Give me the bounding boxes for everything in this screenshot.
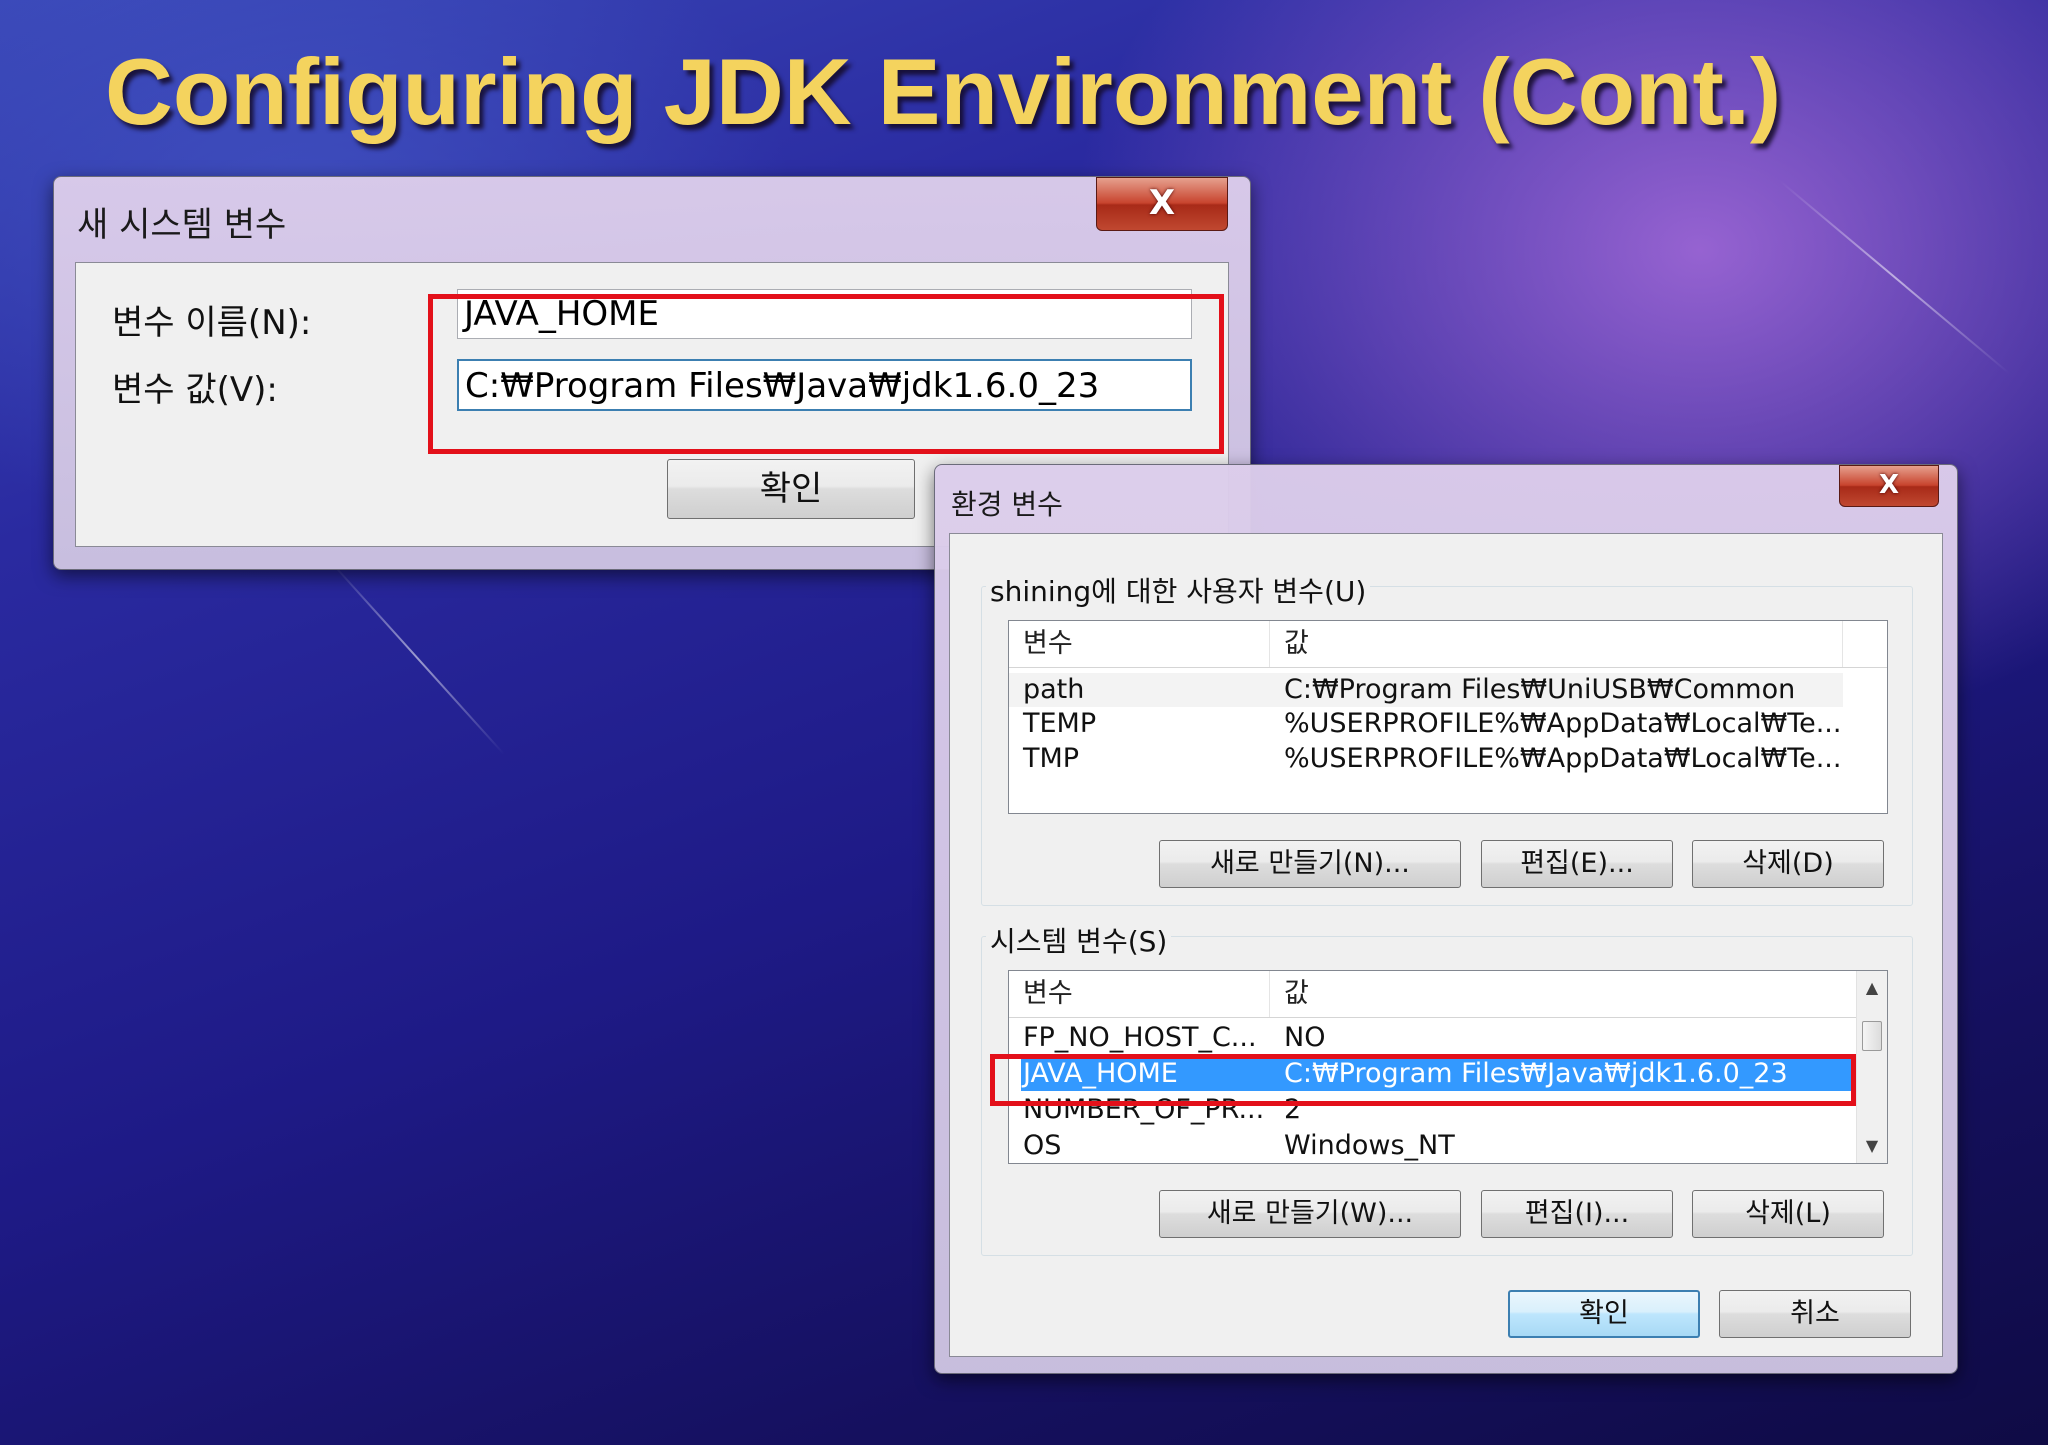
light-streak [1779,180,2011,375]
dialog-client-area: shining에 대한 사용자 변수(U) 변수 값 path C:₩Progr… [949,533,1943,1357]
variable-name-label: 변수 이름(N): [112,303,312,343]
user-variables-legend: shining에 대한 사용자 변수(U) [986,570,1371,610]
list-item[interactable]: path C:₩Program Files₩UniUSB₩Common [1009,673,1843,707]
list-header: 변수 값 [1009,971,1859,1018]
column-header-value[interactable]: 값 [1270,621,1843,667]
ok-button[interactable]: 확인 [1508,1290,1700,1338]
cancel-button[interactable]: 취소 [1719,1290,1911,1338]
highlight-box [428,294,1224,454]
list-item[interactable]: TEMP %USERPROFILE%₩AppData₩Local₩Te... [1009,707,1843,741]
user-variables-list[interactable]: 변수 값 path C:₩Program Files₩UniUSB₩Common… [1008,620,1888,814]
system-new-button[interactable]: 새로 만들기(W)... [1159,1190,1461,1238]
variable-value: %USERPROFILE%₩AppData₩Local₩Te... [1284,708,1842,739]
dialog-title: 환경 변수 [951,488,1063,521]
list-item[interactable]: OS Windows_NT [1009,1129,1859,1163]
close-button[interactable]: X [1096,177,1228,231]
column-header-variable[interactable]: 변수 [1009,621,1270,667]
user-new-button[interactable]: 새로 만들기(N)... [1159,840,1461,888]
system-delete-button[interactable]: 삭제(L) [1692,1190,1884,1238]
variable-name: path [1023,674,1085,705]
scroll-up-arrow-icon[interactable]: ▲ [1857,973,1887,1003]
list-item[interactable]: TMP %USERPROFILE%₩AppData₩Local₩Te... [1009,742,1843,776]
scroll-down-arrow-icon[interactable]: ▼ [1857,1131,1887,1161]
dialog-title: 새 시스템 변수 [77,205,287,245]
variable-value-label: 변수 값(V): [112,370,278,410]
user-edit-button[interactable]: 편집(E)... [1481,840,1673,888]
user-delete-button[interactable]: 삭제(D) [1692,840,1884,888]
column-header-variable[interactable]: 변수 [1009,971,1270,1017]
slide-title: Configuring JDK Environment (Cont.) [105,39,1782,144]
variable-value: NO [1284,1022,1326,1053]
variable-name: TMP [1023,743,1080,774]
list-header: 변수 값 [1009,621,1887,668]
variable-name: OS [1023,1130,1062,1161]
ok-button[interactable]: 확인 [667,459,915,519]
scroll-thumb[interactable] [1862,1021,1882,1051]
list-item[interactable]: FP_NO_HOST_C... NO [1009,1021,1859,1055]
system-edit-button[interactable]: 편집(I)... [1481,1190,1673,1238]
system-variables-legend: 시스템 변수(S) [986,920,1172,960]
highlight-box [990,1054,1856,1106]
variable-value: %USERPROFILE%₩AppData₩Local₩Te... [1284,743,1842,774]
variable-name: FP_NO_HOST_C... [1023,1022,1257,1053]
vertical-scrollbar[interactable]: ▲ ▼ [1856,971,1887,1163]
column-header-value[interactable]: 값 [1270,971,1859,1017]
environment-variables-dialog: 환경 변수 X shining에 대한 사용자 변수(U) 변수 값 path … [934,464,1958,1374]
variable-value: Windows_NT [1284,1130,1455,1161]
light-streak [329,560,505,755]
variable-name: TEMP [1023,708,1097,739]
close-button[interactable]: X [1839,465,1939,507]
variable-value: C:₩Program Files₩UniUSB₩Common [1284,674,1796,705]
